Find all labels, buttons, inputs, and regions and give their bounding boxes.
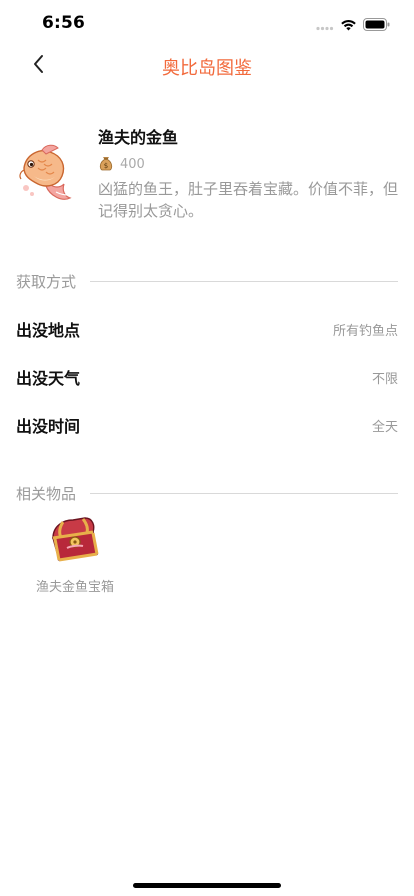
money-bag-icon: $ xyxy=(98,154,114,175)
acquire-section-title: 获取方式 xyxy=(16,272,77,291)
related-item[interactable]: 渔夫金鱼宝箱 xyxy=(30,512,120,595)
item-price: 400 xyxy=(120,157,145,172)
info-value: 全天 xyxy=(371,419,398,435)
item-description: 凶猛的鱼王，肚子里吞着宝藏。价值不菲，但记得别太贪心。 xyxy=(98,180,399,220)
acquire-section-header: 获取方式 xyxy=(16,271,398,291)
signal-icon xyxy=(316,16,334,35)
related-item-label: 渔夫金鱼宝箱 xyxy=(35,580,114,595)
battery-icon xyxy=(363,16,390,35)
wifi-icon xyxy=(340,16,357,35)
page-title: 奥比岛图鉴 xyxy=(162,58,252,79)
home-indicator[interactable] xyxy=(133,883,281,888)
treasure-chest-icon xyxy=(47,512,103,568)
related-section-title: 相关物品 xyxy=(16,484,77,503)
info-row-time: 出没时间 全天 xyxy=(16,412,398,438)
status-indicators xyxy=(316,16,390,35)
info-value: 不限 xyxy=(371,371,398,387)
info-label: 出没地点 xyxy=(16,321,81,340)
info-label: 出没时间 xyxy=(16,417,81,436)
status-time: 6:56 xyxy=(42,13,86,33)
info-label: 出没天气 xyxy=(16,369,81,388)
info-row-weather: 出没天气 不限 xyxy=(16,364,398,390)
price-row: $ 400 xyxy=(98,154,145,175)
section-divider xyxy=(90,280,398,282)
item-name: 渔夫的金鱼 xyxy=(98,128,179,147)
status-bar: 6:56 xyxy=(0,0,414,44)
related-section-header: 相关物品 xyxy=(16,483,398,503)
nav-bar: 奥比岛图鉴 xyxy=(0,44,414,88)
goldfish-icon xyxy=(16,142,80,206)
item-card: 渔夫的金鱼 $ 400 凶猛的鱼王，肚子里吞着宝藏。价值不菲，但记得别太贪心。 xyxy=(16,120,398,230)
section-divider xyxy=(90,492,398,494)
svg-text:$: $ xyxy=(104,162,108,170)
info-row-location: 出没地点 所有钓鱼点 xyxy=(16,316,398,342)
info-value: 所有钓鱼点 xyxy=(332,323,398,339)
